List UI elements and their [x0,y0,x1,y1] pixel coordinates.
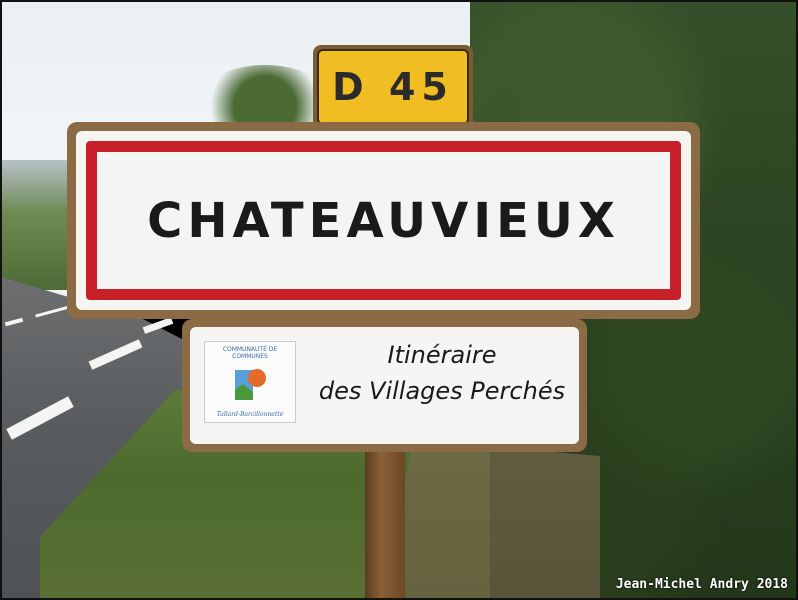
logo-header: COMMUNAUTÉ DE COMMUNES [222,346,278,360]
itinerary-text: Itinéraire des Villages Perchés [306,337,578,409]
route-number-label: D 45 [317,49,469,125]
itinerary-line-1: Itinéraire [387,341,497,369]
photo-credit: Jean-Michel Andry 2018 [615,577,788,592]
dirt-verge [380,440,600,600]
sign-post [365,440,405,600]
logo-signature: Tallard-Barcillonnette [216,411,284,418]
photo-scene: D 45 CHATEAUVIEUX COMMUNAUTÉ DE COMMUNES… [0,0,798,600]
community-logo: COMMUNAUTÉ DE COMMUNES Tallard-Barcillon… [204,341,296,423]
landscape-logo-icon [235,369,266,400]
itinerary-line-2: des Villages Perchés [318,377,566,405]
route-number-plate: D 45 [313,45,473,129]
town-entrance-sign: CHATEAUVIEUX [67,122,700,319]
town-name: CHATEAUVIEUX [86,141,681,300]
itinerary-sign: COMMUNAUTÉ DE COMMUNES Tallard-Barcillon… [182,319,587,452]
